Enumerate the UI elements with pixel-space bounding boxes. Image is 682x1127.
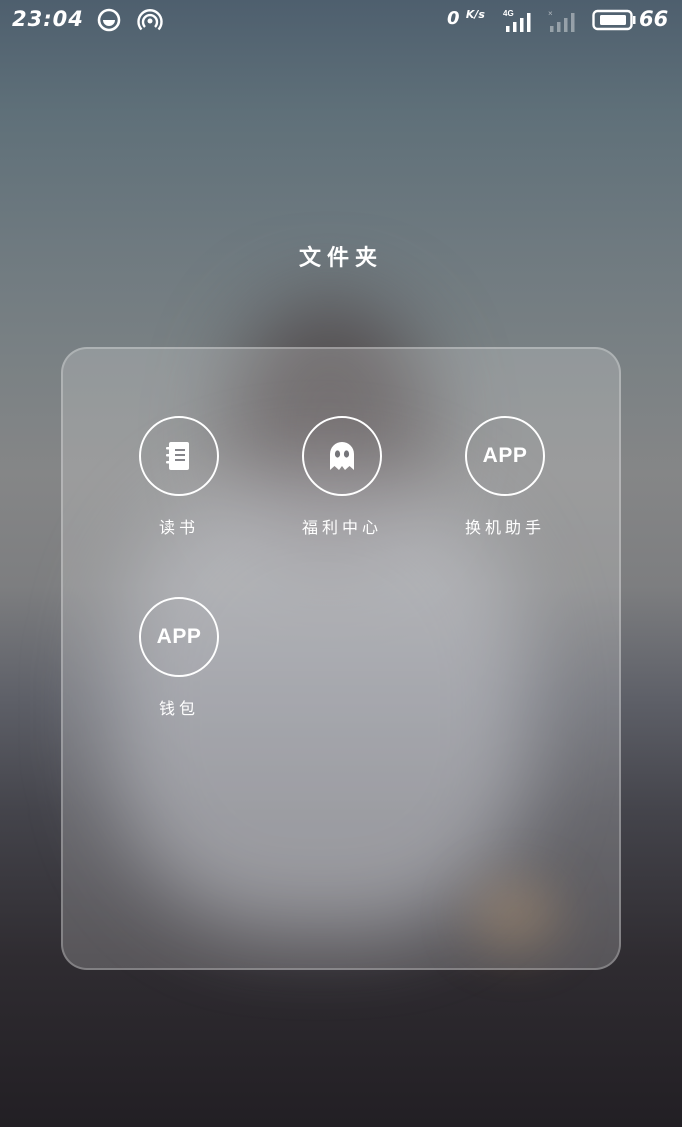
app-label: 读书 xyxy=(158,518,199,537)
app-placeholder-icon: APP xyxy=(139,597,219,677)
network-speed: 0 K/s xyxy=(447,8,485,29)
app-label: 福利中心 xyxy=(301,518,382,537)
svg-text:×: × xyxy=(548,9,553,18)
app-wallet[interactable]: APP 钱包 xyxy=(109,597,249,719)
network-type-label: 4G xyxy=(503,9,514,18)
app-label: 换机助手 xyxy=(464,518,545,537)
ghost-icon xyxy=(302,416,382,496)
app-placeholder-icon: APP xyxy=(465,416,545,496)
app-icon-text: APP xyxy=(482,444,528,467)
app-phone-clone[interactable]: APP 换机助手 xyxy=(435,416,575,538)
app-icon-text: APP xyxy=(156,625,202,648)
signal-empty-icon: × xyxy=(547,8,579,32)
signal-4g-icon: 4G xyxy=(503,8,535,32)
network-speed-unit: K/s xyxy=(465,8,485,21)
network-speed-value: 0 xyxy=(447,8,460,29)
status-time: 23:04 xyxy=(12,7,84,31)
notebook-icon xyxy=(139,416,219,496)
app-label: 钱包 xyxy=(158,699,199,718)
status-bar: 23:04 0 K/s 4G × 66 xyxy=(0,0,682,42)
battery-icon xyxy=(592,8,636,32)
app-welfare-center[interactable]: 福利中心 xyxy=(272,416,412,538)
hotspot-icon xyxy=(137,8,163,32)
folder-title[interactable]: 文件夹 xyxy=(0,240,682,272)
app-reading[interactable]: 读书 xyxy=(109,416,249,538)
battery-level: 66 xyxy=(639,7,669,31)
browser-circle-icon xyxy=(97,8,121,32)
home-screen: 23:04 0 K/s 4G × 66 文件夹 读书 福利中心 APP 换机助手… xyxy=(0,0,682,1127)
folder-panel: 读书 福利中心 APP 换机助手 APP 钱包 xyxy=(61,347,621,970)
